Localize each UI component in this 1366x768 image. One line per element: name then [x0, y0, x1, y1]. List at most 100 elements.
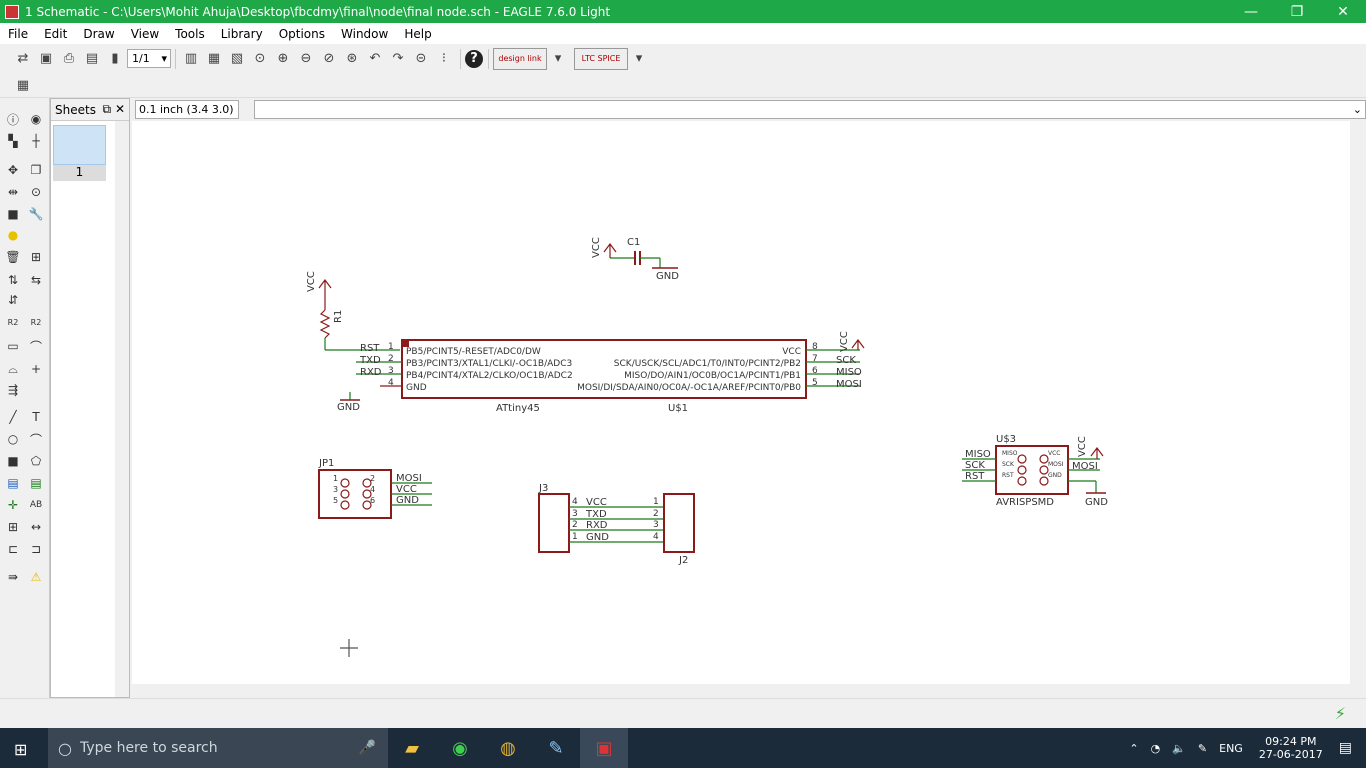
sheet-icon[interactable]: ▮ [104, 48, 126, 70]
rectangle-icon[interactable]: ■ [4, 452, 22, 470]
miter-icon[interactable]: ⌒ [27, 337, 45, 355]
restore-button[interactable]: ❐ [1274, 0, 1320, 23]
optimize-icon[interactable]: ⌓ [4, 360, 22, 378]
ulp-icon[interactable]: ▥ [180, 48, 202, 70]
undo-icon[interactable]: ↶ [364, 48, 386, 70]
erc-icon[interactable]: ⇛ [4, 568, 22, 586]
group-icon[interactable]: ■ [4, 205, 22, 223]
rotate-icon[interactable]: ⊙ [27, 183, 45, 201]
sheets-scrollbar[interactable] [115, 121, 129, 697]
network-icon[interactable]: ◔ [1151, 742, 1161, 755]
label-icon[interactable]: AB [27, 496, 45, 514]
pinswap-icon[interactable]: ⇅ [4, 271, 22, 289]
errors-icon[interactable]: ⚠ [27, 568, 45, 586]
chevron-down-icon[interactable]: ▾ [628, 48, 650, 70]
sheet-select[interactable]: 1/1 ▾ [127, 49, 171, 68]
polygon-icon[interactable]: ⬠ [27, 452, 45, 470]
ltspice-button[interactable]: LTC SPICE [574, 47, 628, 70]
bus-icon[interactable]: ▤ [4, 474, 22, 492]
zoom-previous-icon[interactable]: ⊘ [318, 48, 340, 70]
add-icon[interactable]: ⊞ [27, 248, 45, 266]
stop-icon[interactable]: ⊝ [410, 48, 432, 70]
menu-view[interactable]: View [123, 27, 167, 41]
menu-options[interactable]: Options [271, 27, 333, 41]
grid-icon[interactable]: ▦ [12, 74, 34, 96]
text-icon[interactable]: T [27, 408, 45, 426]
invoke-icon[interactable]: ⇶ [4, 381, 22, 399]
resistor-r1[interactable] [318, 279, 400, 351]
change-icon[interactable]: 🔧 [27, 205, 45, 223]
sheet-number[interactable]: 1 [53, 165, 106, 181]
info-icon[interactable]: ⓘ [4, 110, 22, 128]
modules-icon[interactable]: ⊐ [27, 540, 45, 558]
smash-icon[interactable]: + [27, 360, 45, 378]
menu-file[interactable]: File [0, 27, 36, 41]
clock[interactable]: 09:24 PM 27-06-2017 [1259, 735, 1323, 761]
print-icon[interactable]: ⎙ [58, 48, 80, 70]
notification-icon[interactable]: ▤ [1339, 740, 1352, 756]
mirror-icon[interactable]: ⇹ [4, 183, 22, 201]
close-button[interactable]: ✕ [1320, 0, 1366, 23]
minimize-button[interactable]: — [1228, 0, 1274, 23]
delete-icon[interactable]: 🗑 [4, 248, 22, 266]
name-icon[interactable]: R2 [4, 313, 22, 331]
windows-start-icon[interactable]: ⊞ [14, 740, 27, 759]
canvas-horizontal-scrollbar[interactable] [132, 684, 1350, 698]
volume-icon[interactable]: 🔈 [1172, 742, 1186, 755]
copy-icon[interactable]: ❐ [27, 161, 45, 179]
open-icon[interactable]: ⇄ [12, 48, 34, 70]
frame-icon[interactable]: ⊏ [4, 540, 22, 558]
language-indicator[interactable]: ENG [1219, 742, 1243, 755]
schematic-canvas[interactable]: C1 VCC GND VCC R1 1 2 3 4 RST TXD RXD PB… [132, 121, 1350, 684]
menu-draw[interactable]: Draw [75, 27, 122, 41]
menu-tools[interactable]: Tools [167, 27, 213, 41]
command-input[interactable]: ⌄ [254, 99, 1366, 119]
pen-icon[interactable]: ✎ [1198, 742, 1207, 755]
go-icon[interactable]: ⁝ [433, 48, 455, 70]
menu-window[interactable]: Window [333, 27, 396, 41]
paste-icon[interactable]: ● [4, 226, 22, 244]
connector-j2[interactable] [663, 493, 695, 553]
redo-icon[interactable]: ↷ [387, 48, 409, 70]
designlink-button[interactable]: design link [493, 47, 547, 70]
capacitor-c1[interactable] [603, 243, 678, 269]
board-icon[interactable]: ▧ [226, 48, 248, 70]
close-icon[interactable]: ✕ [115, 102, 125, 116]
taskbar-search[interactable]: ○ Type here to search 🎤 [48, 728, 388, 768]
net-icon[interactable]: ▤ [27, 474, 45, 492]
chevron-down-icon[interactable]: ▾ [547, 48, 569, 70]
zoom-area-icon[interactable]: ⊛ [341, 48, 363, 70]
show-icon[interactable]: ◉ [27, 110, 45, 128]
mark-icon[interactable]: ┼ [27, 132, 45, 150]
split-icon[interactable]: ▭ [4, 337, 22, 355]
whatsapp-icon[interactable]: ◉ [436, 728, 484, 768]
zoom-in-icon[interactable]: ⊕ [272, 48, 294, 70]
eagle-taskbar-icon[interactable]: ▣ [580, 728, 628, 768]
paint-icon[interactable]: ✎ [532, 728, 580, 768]
gateswap-icon[interactable]: ⇆ [27, 271, 45, 289]
menu-help[interactable]: Help [396, 27, 439, 41]
wire-icon[interactable]: ╱ [4, 408, 22, 426]
script-icon[interactable]: ▦ [203, 48, 225, 70]
menu-library[interactable]: Library [213, 27, 271, 41]
dimension-icon[interactable]: ↔ [27, 518, 45, 536]
cam-icon[interactable]: ▤ [81, 48, 103, 70]
arc-icon[interactable]: ⌒ [27, 430, 45, 448]
replace-icon[interactable]: ⇵ [4, 291, 22, 309]
sheet-thumbnail[interactable] [53, 125, 106, 165]
display-icon[interactable]: ▚ [4, 132, 22, 150]
attribute-icon[interactable]: ⊞ [4, 518, 22, 536]
float-icon[interactable]: ⧉ [103, 102, 112, 116]
file-explorer-icon[interactable]: ▰ [388, 728, 436, 768]
canvas-vertical-scrollbar[interactable] [1350, 121, 1366, 684]
zoom-fit-icon[interactable]: ⊙ [249, 48, 271, 70]
circle-icon[interactable]: ○ [4, 430, 22, 448]
zoom-out-icon[interactable]: ⊖ [295, 48, 317, 70]
chrome-icon[interactable]: ◍ [484, 728, 532, 768]
menu-edit[interactable]: Edit [36, 27, 75, 41]
chevron-up-icon[interactable]: ⌃ [1129, 742, 1138, 755]
save-icon[interactable]: ▣ [35, 48, 57, 70]
junction-icon[interactable]: ✛ [4, 496, 22, 514]
help-icon[interactable]: ? [465, 49, 483, 68]
value-icon[interactable]: R2 [27, 313, 45, 331]
